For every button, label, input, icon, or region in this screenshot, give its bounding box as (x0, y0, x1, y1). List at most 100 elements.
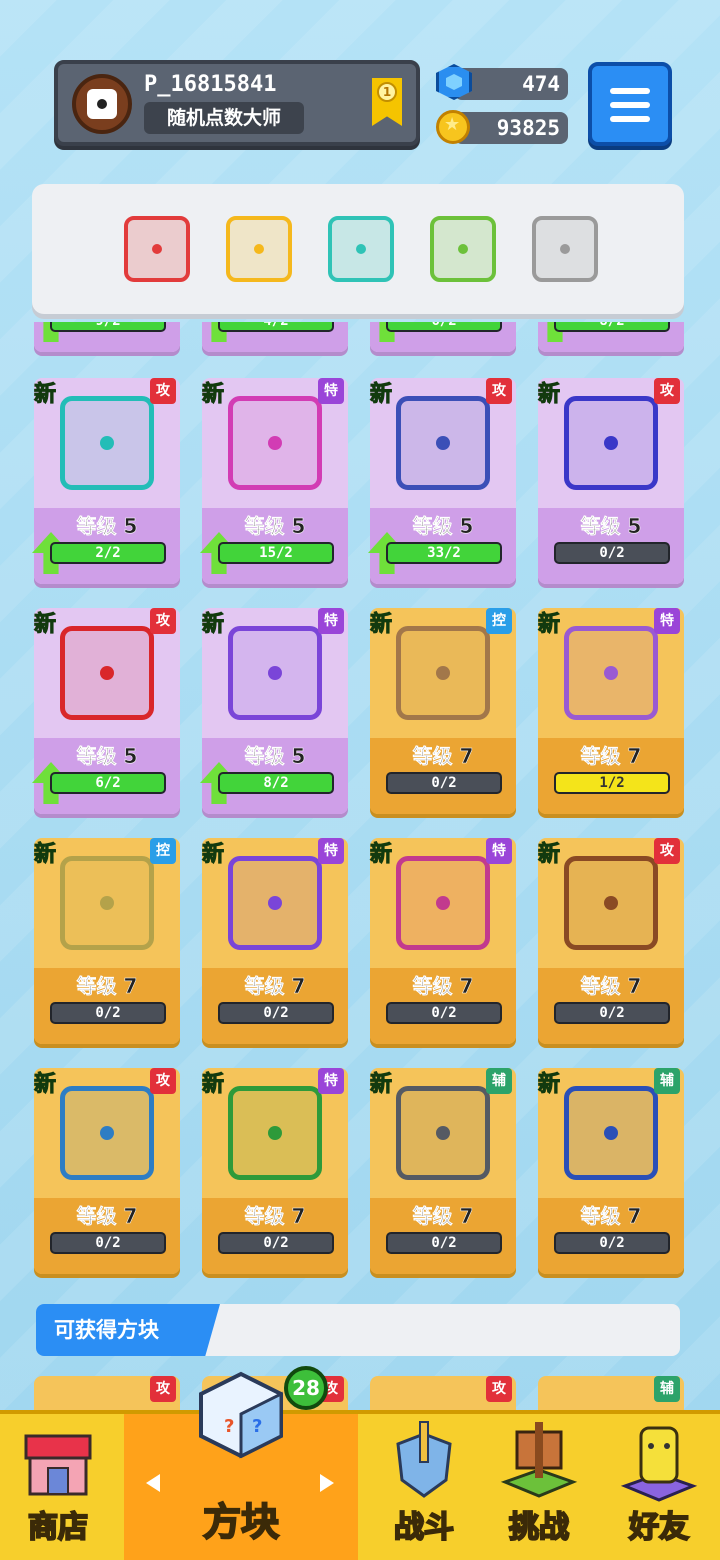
block-art (396, 856, 490, 950)
obtainable-block-card[interactable]: 攻 (34, 1376, 180, 1410)
deck-slot-5[interactable] (532, 216, 598, 282)
nav-battle[interactable]: 战斗 (366, 1414, 482, 1560)
card-level: 等级 7 (412, 744, 474, 769)
block-card[interactable]: 新 特等级 5 15/2 (200, 378, 348, 584)
menu-icon (610, 88, 650, 94)
block-card[interactable]: 9/2 (32, 322, 180, 352)
nav-blocks-label: 方块 (202, 1499, 280, 1545)
deck-slot-1[interactable] (124, 216, 190, 282)
coin-icon (436, 110, 470, 144)
card-progress: 9/2 (50, 322, 166, 332)
chevron-left-icon[interactable] (146, 1474, 160, 1492)
block-card[interactable]: 新 辅等级 7 0/2 (369, 1068, 516, 1274)
new-badge: 新 (369, 1072, 393, 1098)
card-progress: 1/2 (554, 772, 670, 794)
card-level: 等级 5 (76, 744, 138, 769)
new-badge: 新 (369, 382, 393, 408)
block-card[interactable]: 新 攻等级 5 6/2 (32, 608, 180, 814)
type-badge: 攻 (150, 608, 176, 634)
dice-pip (100, 1126, 114, 1140)
card-level: 等级 7 (412, 1204, 474, 1229)
obtainable-block-card[interactable]: 攻 (370, 1376, 516, 1410)
block-art (396, 1086, 490, 1180)
card-progress: 0/2 (386, 772, 502, 794)
block-card[interactable]: 新 控等级 7 0/2 (33, 838, 180, 1044)
dice-pip (604, 436, 618, 450)
rank-medal-icon[interactable]: 1 (372, 78, 402, 126)
block-card[interactable]: 新 攻等级 5 33/2 (368, 378, 516, 584)
block-card[interactable]: 4/2 (200, 322, 348, 352)
block-card[interactable]: 新 特等级 7 0/2 (369, 838, 516, 1044)
nav-challenge[interactable]: 挑战 (484, 1414, 594, 1560)
dice-pip (604, 896, 618, 910)
card-progress: 0/2 (554, 542, 670, 564)
obtainable-section-header: 可获得方块 (36, 1304, 680, 1356)
card-progress: 0/2 (554, 1232, 670, 1254)
block-art (60, 856, 154, 950)
card-progress: 15/2 (218, 542, 334, 564)
card-level: 等级 5 (412, 514, 474, 539)
block-card[interactable]: 8/2 (536, 322, 684, 352)
shop-icon (24, 1434, 92, 1496)
player-title: 随机点数大师 (144, 102, 304, 134)
type-badge: 攻 (150, 378, 176, 404)
block-art (60, 396, 154, 490)
menu-button[interactable] (588, 62, 672, 146)
block-card[interactable]: 新 特等级 7 0/2 (201, 1068, 348, 1274)
new-badge: 新 (201, 612, 225, 638)
type-badge: 特 (318, 838, 344, 864)
block-card[interactable]: 新 攻等级 7 0/2 (537, 838, 684, 1044)
type-badge: 特 (318, 608, 344, 634)
avatar[interactable] (72, 74, 132, 134)
nav-shop[interactable]: 商店 (0, 1414, 116, 1560)
card-progress: 0/2 (50, 1002, 166, 1024)
card-progress: 33/2 (386, 542, 502, 564)
card-progress: 0/2 (50, 1232, 166, 1254)
type-badge: 辅 (486, 1068, 512, 1094)
block-art (60, 1086, 154, 1180)
deck-slot-2[interactable] (226, 216, 292, 282)
chevron-right-icon[interactable] (320, 1474, 334, 1492)
block-card[interactable]: 新 特等级 5 8/2 (200, 608, 348, 814)
card-level: 等级 5 (580, 514, 642, 539)
dice-pip (436, 896, 450, 910)
card-level: 等级 5 (244, 744, 306, 769)
block-card[interactable]: 新 攻等级 5 0/2 (537, 378, 684, 584)
new-badge: 新 (33, 612, 57, 638)
block-card[interactable]: 新 特等级 7 1/2 (537, 608, 684, 814)
blocks-badge: 28 (284, 1366, 328, 1410)
type-badge: 辅 (654, 1068, 680, 1094)
dice-pip (604, 1126, 618, 1140)
type-badge: 辅 (654, 1376, 680, 1402)
friends-icon (620, 1426, 698, 1502)
bottom-nav: 商店 ? ? 28 方块 战斗 挑战 好友 (0, 1366, 720, 1560)
new-badge: 新 (537, 382, 561, 408)
obtainable-block-card[interactable]: 辅 (538, 1376, 684, 1410)
player-profile[interactable]: P_16815841 随机点数大师 1 (54, 60, 420, 146)
block-card[interactable]: 新 攻等级 5 2/2 (32, 378, 180, 584)
new-badge: 新 (33, 382, 57, 408)
nav-friends[interactable]: 好友 (598, 1414, 720, 1560)
block-card[interactable]: 6/2 (368, 322, 516, 352)
svg-text:?: ? (252, 1416, 262, 1437)
dice-pip (268, 1126, 282, 1140)
dice-pip (254, 244, 264, 254)
dice-pip (100, 666, 114, 680)
block-collection: 9/24/26/28/2新攻等级 52/2新特等级 515/2新攻等级 533/… (0, 322, 720, 1410)
deck-slot-3[interactable] (328, 216, 394, 282)
block-card[interactable]: 新 攻等级 7 0/2 (33, 1068, 180, 1274)
dice-pip (356, 244, 366, 254)
deck-slot-4[interactable] (430, 216, 496, 282)
block-card[interactable]: 新 辅等级 7 0/2 (537, 1068, 684, 1274)
block-card[interactable]: 新 控等级 7 0/2 (369, 608, 516, 814)
new-badge: 新 (537, 1072, 561, 1098)
type-badge: 攻 (654, 838, 680, 864)
card-progress: 0/2 (386, 1002, 502, 1024)
card-progress: 0/2 (554, 1002, 670, 1024)
card-progress: 8/2 (554, 322, 670, 332)
nav-blocks[interactable]: ? ? 28 方块 (124, 1366, 358, 1560)
block-art (564, 626, 658, 720)
block-card[interactable]: 新 特等级 7 0/2 (201, 838, 348, 1044)
type-badge: 攻 (486, 378, 512, 404)
type-badge: 特 (318, 1068, 344, 1094)
